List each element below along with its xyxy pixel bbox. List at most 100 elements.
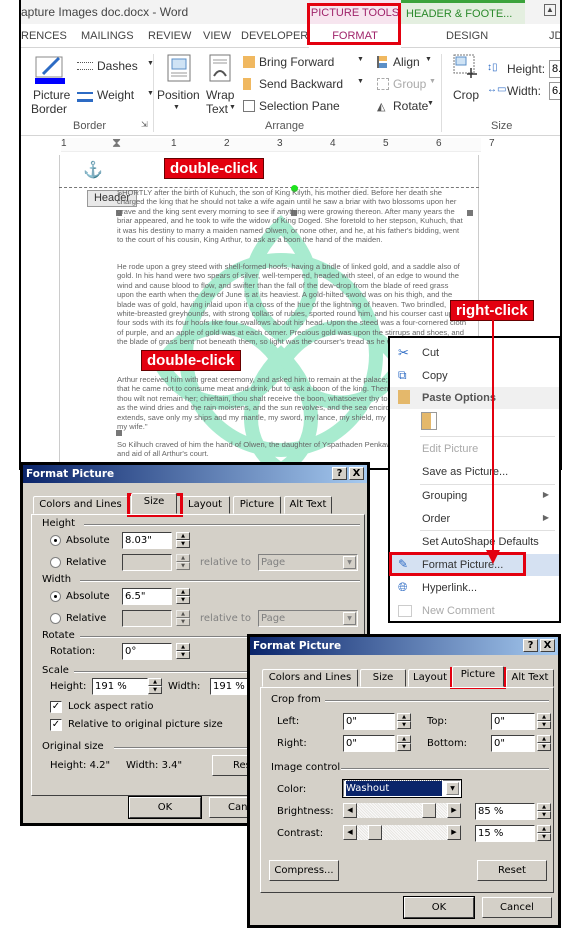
height-absolute-spinner[interactable]: ▲ ▼ (176, 532, 190, 549)
close-button[interactable]: X (540, 639, 555, 652)
original-width-value: Width: 3.4" (126, 760, 183, 771)
height-relative-spinner[interactable]: ▲ ▼ (176, 554, 190, 571)
tab-picture[interactable]: Picture (452, 666, 504, 687)
rotation-input[interactable]: 0° (122, 643, 172, 660)
crop-bottom-spinner[interactable]: ▲ ▼ (537, 735, 551, 752)
section-divider (84, 524, 360, 526)
reset-button[interactable]: Reset (477, 860, 547, 881)
relative-original-size-label: Relative to original picture size (68, 719, 223, 730)
menu-item-order[interactable]: Order ▶ (390, 508, 559, 530)
slider-right-arrow[interactable]: ▶ (447, 825, 461, 840)
width-relative-spinner[interactable]: ▲ ▼ (176, 610, 190, 627)
crop-left-spinner[interactable]: ▲ ▼ (397, 713, 411, 730)
tab-design[interactable]: DESIGN (446, 30, 488, 42)
tab-references[interactable]: RENCES (21, 30, 67, 42)
help-button[interactable]: ? (523, 639, 538, 652)
cancel-button[interactable]: Cancel (482, 897, 552, 918)
height-absolute-input[interactable]: 8.03" (122, 532, 172, 549)
tab-colors-and-lines[interactable]: Colors and Lines (33, 496, 128, 514)
brightness-spinner[interactable]: ▲ ▼ (537, 803, 551, 820)
relative-original-size-checkbox[interactable]: ✓ (50, 719, 62, 731)
crop-left-input[interactable]: 0" (343, 713, 395, 730)
width-relative-to-select[interactable]: Page ▼ (258, 610, 358, 627)
group-border-label: Border (73, 120, 107, 132)
brightness-slider[interactable]: ◀ ▶ (343, 803, 461, 818)
tab-review[interactable]: REVIEW (148, 30, 191, 42)
width-absolute-label: Absolute (66, 591, 110, 602)
tab-size[interactable]: Size (360, 669, 406, 687)
crop-right-input[interactable]: 0" (343, 735, 395, 752)
slider-left-arrow[interactable]: ◀ (343, 803, 357, 818)
tab-layout[interactable]: Layout (408, 669, 452, 687)
scale-height-spinner[interactable]: ▲ ▼ (148, 678, 162, 695)
crop-bottom-input[interactable]: 0" (491, 735, 535, 752)
menu-item-copy[interactable]: ⧉ Copy (390, 365, 559, 387)
contrast-spinner[interactable]: ▲ ▼ (537, 825, 551, 842)
width-absolute-input[interactable]: 6.5" (122, 588, 172, 605)
tab-jd[interactable]: JD (549, 30, 560, 42)
double-click-header-callout: double-click (164, 158, 264, 179)
group-arrange-label: Arrange (265, 120, 305, 132)
crop-top-label: Top: (427, 716, 448, 727)
menu-item-grouping[interactable]: Grouping ▶ (390, 485, 559, 507)
scale-height-input[interactable]: 191 % (92, 678, 148, 695)
crop-top-spinner[interactable]: ▲ ▼ (537, 713, 551, 730)
brightness-label: Brightness: (277, 806, 334, 817)
slider-thumb[interactable] (421, 803, 436, 818)
tab-colors-and-lines[interactable]: Colors and Lines (262, 669, 358, 687)
hyperlink-icon: 🌐︎ (398, 580, 408, 594)
width-relative-radio[interactable] (50, 613, 61, 624)
slider-thumb[interactable] (368, 825, 383, 840)
resize-handle[interactable] (467, 210, 473, 216)
tab-picture[interactable]: Picture (233, 496, 281, 514)
crop-right-spinner[interactable]: ▲ ▼ (397, 735, 411, 752)
height-relative-input[interactable] (122, 554, 172, 571)
crop-top-input[interactable]: 0" (491, 713, 535, 730)
compress-button[interactable]: Compress... (269, 860, 339, 881)
ok-button[interactable]: OK (403, 896, 475, 919)
format-picture-highlight (389, 552, 526, 576)
width-relative-input[interactable] (122, 610, 172, 627)
tab-mailings[interactable]: MAILINGS (81, 30, 134, 42)
ok-button[interactable]: OK (128, 796, 202, 819)
slider-right-arrow[interactable]: ▶ (447, 803, 461, 818)
color-select[interactable]: Washout ▼ (342, 779, 462, 798)
dialog-launcher-icon[interactable]: ⇲ (141, 120, 148, 129)
height-absolute-radio[interactable] (50, 535, 61, 546)
slider-left-arrow[interactable]: ◀ (343, 825, 357, 840)
brightness-input[interactable]: 85 % (475, 803, 535, 820)
menu-item-set-autoshape-defaults[interactable]: Set AutoShape Defaults (390, 531, 559, 553)
tab-developer[interactable]: DEVELOPER (241, 30, 308, 42)
horizontal-ruler[interactable]: 1 ⧗ 1 2 3 4 5 6 7 (61, 135, 495, 152)
contrast-slider[interactable]: ◀ ▶ (343, 825, 461, 840)
menu-item-cut[interactable]: ✂ Cut (390, 342, 559, 364)
tab-layout[interactable]: Layout (180, 496, 230, 514)
shape-width-input[interactable]: 6.5" (549, 82, 560, 100)
height-absolute-label: Absolute (66, 535, 110, 546)
height-relative-radio[interactable] (50, 557, 61, 568)
ribbon-display-options-icon[interactable]: ▲ (544, 4, 556, 16)
chevron-down-icon: ▼ (429, 78, 436, 85)
indent-marker-icon[interactable]: ⧗ (112, 135, 121, 151)
tab-size[interactable]: Size (131, 493, 177, 514)
paste-keep-source-button[interactable] (421, 412, 437, 430)
tab-alt-text[interactable]: Alt Text (506, 669, 554, 687)
close-button[interactable]: X (349, 467, 364, 480)
height-relative-to-select[interactable]: Page ▼ (258, 554, 358, 571)
shape-height-input[interactable]: 8.04" (549, 60, 560, 78)
lock-aspect-ratio-checkbox[interactable]: ✓ (50, 701, 62, 713)
rotation-spinner[interactable]: ▲ ▼ (176, 643, 190, 660)
chevron-down-icon: ▼ (173, 104, 180, 111)
help-button[interactable]: ? (332, 467, 347, 480)
scale-height-label: Height: (50, 681, 87, 692)
menu-item-hyperlink[interactable]: 🌐︎ Hyperlink... (390, 577, 559, 599)
contrast-input[interactable]: 15 % (475, 825, 535, 842)
menu-item-save-as-picture[interactable]: Save as Picture... (390, 461, 559, 483)
chevron-down-icon: ▼ (427, 100, 434, 107)
tab-alt-text[interactable]: Alt Text (284, 496, 332, 514)
width-absolute-radio[interactable] (50, 591, 61, 602)
height-section-label: Height (42, 518, 76, 529)
width-absolute-spinner[interactable]: ▲ ▼ (176, 588, 190, 605)
dropdown-arrow-icon: ▼ (446, 782, 459, 795)
tab-view[interactable]: VIEW (203, 30, 231, 42)
